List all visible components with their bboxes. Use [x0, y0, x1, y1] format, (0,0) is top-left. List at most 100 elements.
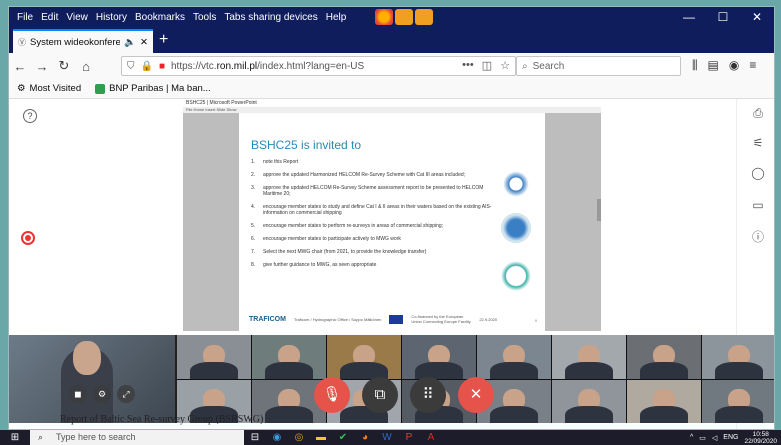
- menu-view[interactable]: View: [62, 12, 92, 23]
- main-speaker-video[interactable]: ◼ ⚙ ⤢: [9, 335, 175, 423]
- network-icon[interactable]: ▭: [699, 434, 706, 442]
- close-window-button[interactable]: ✕: [740, 7, 774, 27]
- pocket-icon[interactable]: ◫: [482, 59, 492, 72]
- participant-body: [265, 406, 313, 423]
- chat-icon[interactable]: ◯: [751, 167, 765, 179]
- settings-sliders-icon[interactable]: ⚟: [751, 137, 765, 149]
- list-item: 5. encourage member states to perform re-…: [251, 223, 444, 229]
- url-text[interactable]: https://vtc.ron.mil.pl/index.html?lang=e…: [171, 61, 364, 72]
- screen-share-button[interactable]: ⧉: [362, 377, 398, 413]
- tracking-shield-icon[interactable]: ⛉: [127, 61, 135, 72]
- expand-icon[interactable]: ⤢: [117, 385, 135, 403]
- menu-history[interactable]: History: [92, 12, 131, 23]
- chrome-icon[interactable]: ◎: [288, 430, 310, 445]
- reload-button[interactable]: ↻: [53, 58, 75, 74]
- menu-file[interactable]: File: [13, 12, 37, 23]
- minimize-button[interactable]: —: [672, 7, 706, 27]
- powerpoint-icon[interactable]: P: [398, 430, 420, 445]
- speaker-icon[interactable]: 🔈: [124, 37, 136, 48]
- info-icon[interactable]: ⓘ: [751, 231, 765, 243]
- bookmarks-bar: ⚙ Most Visited BNP Paribas | Ma ban...: [9, 79, 774, 99]
- tray-chevron-icon[interactable]: ^: [690, 434, 693, 441]
- taskbar-search-input[interactable]: ⌕ Type here to search: [30, 430, 244, 445]
- participants-icon[interactable]: ⎙: [751, 107, 765, 119]
- page-actions-button[interactable]: •••: [462, 59, 474, 72]
- participant-video[interactable]: [702, 335, 774, 379]
- participant-body: [640, 361, 688, 379]
- settings-icon[interactable]: ⚙: [93, 385, 111, 403]
- layout-icon[interactable]: ▭: [751, 199, 765, 211]
- checkmark-app-icon[interactable]: ✔: [332, 430, 354, 445]
- sharing-indicator[interactable]: [375, 9, 433, 25]
- edge-icon[interactable]: ◉: [266, 430, 288, 445]
- clock[interactable]: 10:58 22/09/2020: [744, 431, 777, 445]
- participant-video[interactable]: [402, 335, 476, 379]
- slide-number: 9: [534, 318, 537, 323]
- back-button[interactable]: ←: [9, 59, 31, 74]
- participant-body: [490, 406, 538, 423]
- gear-icon: ⚙: [17, 83, 26, 94]
- hang-up-button[interactable]: ✕: [458, 377, 494, 413]
- participant-video[interactable]: [177, 335, 251, 379]
- home-button[interactable]: ⌂: [75, 59, 97, 74]
- acrobat-icon[interactable]: A: [420, 430, 442, 445]
- participant-video[interactable]: [627, 379, 701, 423]
- record-icon[interactable]: [21, 231, 35, 245]
- bshc-logo-icon: [501, 261, 531, 291]
- footer-eu: Co-financed by the European Union Connec…: [411, 314, 471, 324]
- word-icon[interactable]: W: [376, 430, 398, 445]
- account-icon[interactable]: ◉: [729, 58, 739, 73]
- microphone-icon: [415, 9, 433, 25]
- participant-video[interactable]: [327, 335, 401, 379]
- menu-help[interactable]: Help: [322, 12, 351, 23]
- traficom-logo: TRAFICOM: [249, 315, 286, 323]
- firefox-taskbar-icon[interactable]: ◕: [354, 430, 376, 445]
- speaker-face: [73, 341, 101, 375]
- participant-video[interactable]: [252, 335, 326, 379]
- language-indicator[interactable]: ENG: [723, 434, 738, 441]
- list-item: 1. note this Report: [251, 159, 299, 165]
- task-view-icon[interactable]: ⊟: [244, 430, 266, 445]
- windows-start-icon[interactable]: ⊞: [0, 432, 30, 443]
- menu-bookmarks[interactable]: Bookmarks: [131, 12, 189, 23]
- help-icon[interactable]: ?: [23, 109, 37, 123]
- url-bar[interactable]: ⛉ 🔒 ■ https://vtc.ron.mil.pl/index.html?…: [121, 56, 516, 76]
- taskbar: ⊞ ⌕ Type here to search ⊟ ◉ ◎ ▬ ✔ ◕ W P …: [0, 430, 781, 445]
- participant-video[interactable]: [702, 379, 774, 423]
- system-tray: ^ ▭ ◁ ENG 10:58 22/09/2020: [690, 430, 777, 445]
- search-placeholder: Search: [532, 60, 565, 72]
- new-tab-button[interactable]: +: [159, 31, 168, 49]
- camera-off-icon[interactable]: ◼: [69, 385, 87, 403]
- bookmark-bnp[interactable]: BNP Paribas | Ma ban...: [95, 83, 211, 94]
- maximize-button[interactable]: ☐: [706, 7, 740, 27]
- bookmark-star-icon[interactable]: ☆: [500, 59, 510, 72]
- participant-video[interactable]: [477, 335, 551, 379]
- participant-video[interactable]: [627, 335, 701, 379]
- tab-close-button[interactable]: ✕: [140, 37, 148, 48]
- list-item: 8. give further guidance to MWG, as seen …: [251, 262, 377, 268]
- lock-icon[interactable]: 🔒: [141, 61, 153, 72]
- participant-video[interactable]: [552, 379, 626, 423]
- file-explorer-icon[interactable]: ▬: [310, 430, 332, 445]
- tab-videoconference[interactable]: Ⓥ System wideokonferencyjny 🔈 ✕: [13, 29, 153, 53]
- scrollbar[interactable]: [597, 199, 601, 221]
- hamburger-menu-icon[interactable]: ≡: [749, 58, 756, 73]
- volume-icon[interactable]: ◁: [712, 434, 717, 442]
- search-input[interactable]: ⌕ Search: [516, 56, 681, 76]
- mute-microphone-button[interactable]: 🎙: [314, 377, 350, 413]
- camera-permission-icon[interactable]: ■: [159, 61, 165, 72]
- page-content: ? BSHC25 | Microsoft PowerPoint File Hom…: [9, 99, 774, 429]
- menu-edit[interactable]: Edit: [37, 12, 62, 23]
- dialpad-button[interactable]: ⠿: [410, 377, 446, 413]
- forward-button[interactable]: →: [31, 59, 53, 74]
- menu-tabs-sharing[interactable]: Tabs sharing devices: [220, 12, 321, 23]
- firefox-icon: [375, 9, 393, 25]
- bookmark-most-visited[interactable]: ⚙ Most Visited: [17, 83, 81, 94]
- participant-video[interactable]: [552, 335, 626, 379]
- participant-body: [490, 361, 538, 379]
- menu-tools[interactable]: Tools: [189, 12, 220, 23]
- library-icon[interactable]: ⫼: [692, 58, 698, 73]
- sidebar-icon[interactable]: ▤: [708, 58, 719, 73]
- participant-body: [190, 361, 238, 379]
- taskbar-search-placeholder: Type here to search: [56, 432, 136, 442]
